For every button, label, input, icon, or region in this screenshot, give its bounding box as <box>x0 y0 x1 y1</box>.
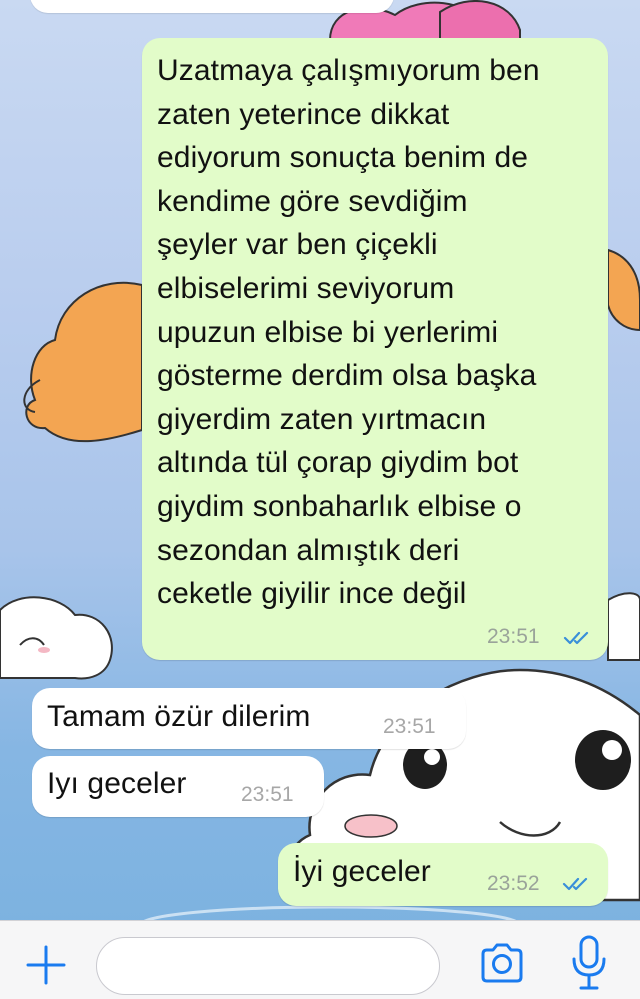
plus-icon[interactable] <box>24 943 68 987</box>
message-time: 23:51 <box>487 625 540 648</box>
camera-icon[interactable] <box>478 939 526 987</box>
message-text: İyi geceler <box>293 855 431 888</box>
message-input[interactable] <box>96 937 440 995</box>
message-input-bar <box>0 920 640 999</box>
message-time: 23:51 <box>383 715 436 738</box>
message-text: Tamam özür dilerim <box>47 700 311 733</box>
incoming-message-bubble[interactable]: Tamam özür dilerim 23:51 <box>32 688 466 749</box>
message-text: Iyı geceler <box>47 767 187 800</box>
outgoing-message-bubble[interactable]: Uzatmaya çalışmıyorum ben zaten yeterinc… <box>142 38 608 660</box>
message-text: Uzatmaya çalışmıyorum ben zaten yeterinc… <box>157 54 540 611</box>
orange-hair-decoration <box>25 281 143 443</box>
double-check-icon <box>562 877 588 891</box>
incoming-message-bubble[interactable]: Iyı geceler 23:51 <box>32 756 324 817</box>
microphone-icon[interactable] <box>570 935 608 991</box>
message-time: 23:52 <box>487 872 540 895</box>
small-cloud-decoration <box>0 596 113 680</box>
message-time: 23:51 <box>241 783 294 806</box>
previous-message-bubble <box>30 0 394 13</box>
outgoing-message-bubble[interactable]: İyi geceler 23:52 <box>278 843 608 906</box>
double-check-icon <box>563 631 589 645</box>
